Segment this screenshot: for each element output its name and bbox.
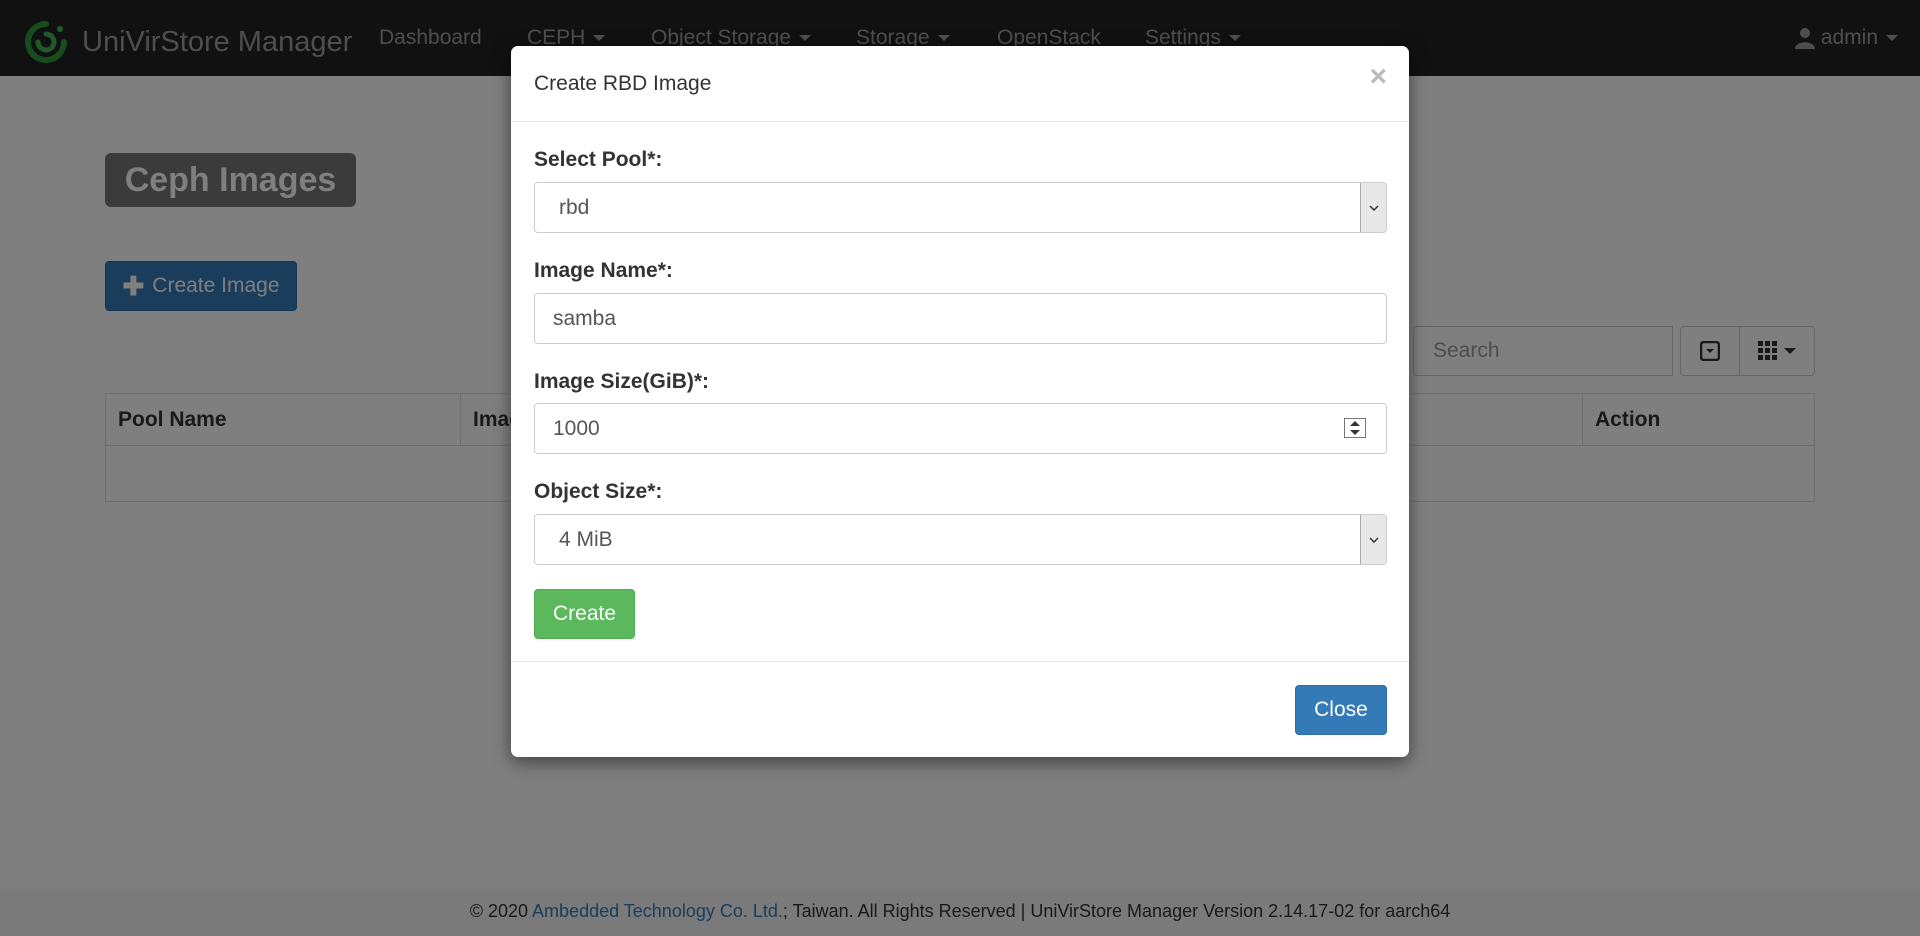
pool-label: Select Pool*: bbox=[534, 148, 663, 171]
pool-select[interactable]: rbd bbox=[534, 182, 1387, 233]
create-rbd-image-modal: Create RBD Image × Select Pool*: rbd Ima… bbox=[511, 46, 1409, 757]
pool-select-value: rbd bbox=[559, 196, 590, 219]
image-name-label: Image Name*: bbox=[534, 259, 673, 282]
modal-header: Create RBD Image × bbox=[511, 46, 1409, 122]
image-name-input[interactable]: samba bbox=[534, 293, 1387, 344]
close-icon[interactable]: × bbox=[1369, 62, 1387, 92]
number-spinner[interactable] bbox=[1344, 418, 1366, 438]
close-button[interactable]: Close bbox=[1295, 685, 1387, 735]
image-size-value: 1000 bbox=[553, 417, 600, 440]
spin-up-icon[interactable] bbox=[1350, 421, 1360, 426]
modal-footer: Close bbox=[511, 661, 1409, 757]
chevron-down-icon bbox=[1360, 183, 1386, 232]
object-size-label: Object Size*: bbox=[534, 480, 663, 503]
modal-title: Create RBD Image bbox=[534, 72, 712, 95]
image-size-input[interactable]: 1000 bbox=[534, 403, 1387, 454]
chevron-down-icon bbox=[1360, 515, 1386, 564]
object-size-value: 4 MiB bbox=[559, 528, 613, 551]
object-size-select[interactable]: 4 MiB bbox=[534, 514, 1387, 565]
create-button[interactable]: Create bbox=[534, 589, 635, 639]
image-size-label: Image Size(GiB)*: bbox=[534, 370, 710, 393]
spin-down-icon[interactable] bbox=[1350, 430, 1360, 435]
